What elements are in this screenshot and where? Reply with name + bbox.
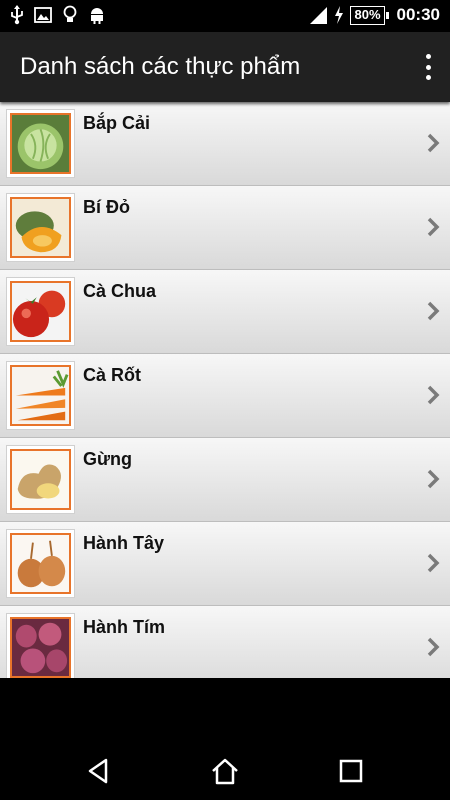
chevron-right-icon <box>427 217 440 237</box>
list-item[interactable]: Cà Chua <box>0 270 450 354</box>
status-time: 00:30 <box>396 5 440 24</box>
lightbulb-icon <box>63 5 77 22</box>
food-thumbnail <box>6 613 75 678</box>
list-item[interactable]: Cà Rốt <box>0 354 450 438</box>
status-bar: 80% 00:30 <box>0 0 450 32</box>
chevron-right-icon <box>427 469 440 489</box>
list-item[interactable]: Gừng <box>0 438 450 522</box>
carrot-image <box>12 367 69 424</box>
chevron-right-icon <box>427 553 440 573</box>
item-label: Cà Rốt <box>83 365 141 385</box>
tomato-image <box>12 283 69 340</box>
charging-icon <box>335 6 344 24</box>
list-item[interactable]: Hành Tây <box>0 522 450 606</box>
usb-icon <box>11 5 23 25</box>
list-item[interactable]: Bắp Cải <box>0 102 450 186</box>
item-label: Bắp Cải <box>83 113 151 133</box>
chevron-right-icon <box>427 133 440 153</box>
app-bar: Danh sách các thực phẩm <box>0 32 450 102</box>
food-list[interactable]: Bắp Cải Bí Đỏ Cà Chua Cà Rốt Gừng Hành T… <box>0 102 450 678</box>
onion-image <box>12 535 69 592</box>
cabbage-image <box>12 115 69 172</box>
image-icon <box>34 7 52 23</box>
menu-dot <box>425 54 431 59</box>
food-thumbnail <box>6 193 75 262</box>
ginger-image <box>12 451 69 508</box>
food-thumbnail <box>6 529 75 598</box>
chevron-right-icon <box>427 637 440 657</box>
food-thumbnail <box>6 277 75 346</box>
list-item[interactable]: Bí Đỏ <box>0 186 450 270</box>
recents-icon[interactable] <box>336 756 366 786</box>
notification-icons <box>10 5 106 25</box>
android-icon <box>91 8 103 24</box>
more-vert-icon[interactable] <box>424 54 432 80</box>
list-item[interactable]: Hành Tím <box>0 606 450 678</box>
food-thumbnail <box>6 109 75 178</box>
item-label: Cà Chua <box>83 281 157 301</box>
navigation-bar <box>0 740 450 800</box>
item-label: Hành Tím <box>83 617 166 637</box>
chevron-right-icon <box>427 385 440 405</box>
page-title: Danh sách các thực phẩm <box>20 53 301 80</box>
food-thumbnail <box>6 361 75 430</box>
signal-icon <box>310 7 328 24</box>
battery-level: 80% <box>350 5 389 25</box>
pumpkin-image <box>12 199 69 256</box>
item-label: Bí Đỏ <box>83 197 130 217</box>
item-label: Gừng <box>83 449 133 469</box>
food-thumbnail <box>6 445 75 514</box>
shallot-image <box>12 619 69 676</box>
chevron-right-icon <box>427 301 440 321</box>
system-icons: 80% 00:30 <box>308 5 440 25</box>
back-icon[interactable] <box>84 756 114 786</box>
item-label: Hành Tây <box>83 533 165 553</box>
menu-dot <box>425 75 431 80</box>
menu-dot <box>425 64 431 70</box>
home-icon[interactable] <box>210 756 240 786</box>
